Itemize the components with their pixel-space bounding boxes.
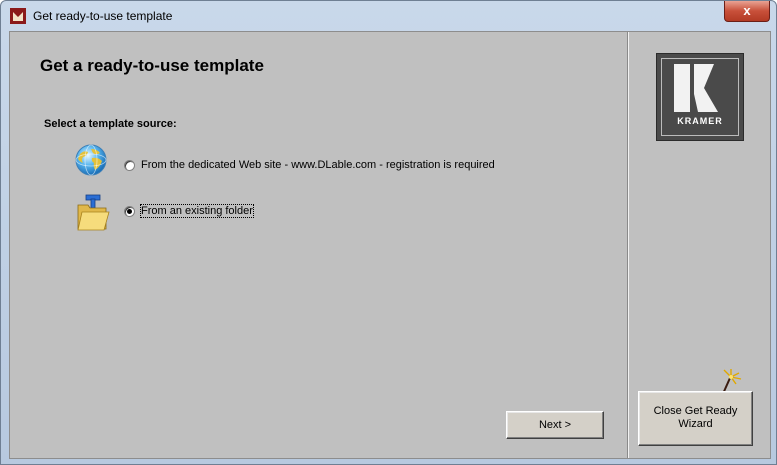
panel-divider <box>627 32 629 458</box>
template-folder-icon <box>77 194 110 231</box>
logo-text: KRAMER <box>677 116 723 126</box>
close-wizard-label-line1: Close Get Ready <box>653 405 738 417</box>
wizard-window: Get ready-to-use template x Get a ready-… <box>0 0 777 465</box>
existing-folder-radio[interactable] <box>124 205 135 217</box>
title-bar: Get ready-to-use template x <box>1 1 776 31</box>
template-source-label: Select a template source: <box>44 118 177 130</box>
web-site-option-label[interactable]: From the dedicated Web site - www.DLable… <box>141 159 495 171</box>
kramer-k-icon <box>674 64 718 112</box>
existing-folder-option-label[interactable]: From an existing folder <box>140 204 254 218</box>
window-title: Get ready-to-use template <box>33 9 173 23</box>
web-site-radio[interactable] <box>124 159 135 171</box>
close-wizard-button[interactable]: Close Get Ready Wizard <box>638 391 753 446</box>
close-wizard-label-line2: Wizard <box>678 418 713 430</box>
option-web-site[interactable]: From the dedicated Web site - www.DLable… <box>124 159 495 171</box>
option-existing-folder[interactable]: From an existing folder <box>124 204 254 218</box>
page-title: Get a ready-to-use template <box>40 56 264 75</box>
next-button[interactable]: Next > <box>506 411 604 439</box>
next-button-label: Next > <box>538 419 572 431</box>
close-window-button[interactable]: x <box>724 1 770 22</box>
kramer-logo: KRAMER <box>656 53 744 141</box>
wizard-client-area: Get a ready-to-use template Select a tem… <box>9 31 771 459</box>
app-icon <box>10 8 26 24</box>
globe-icon <box>75 144 107 176</box>
close-icon: x <box>743 3 751 18</box>
